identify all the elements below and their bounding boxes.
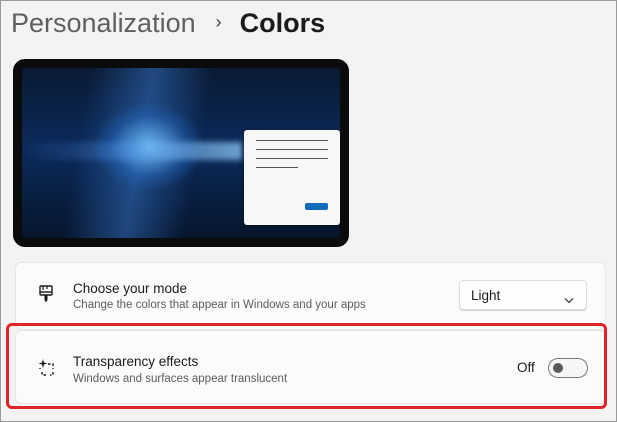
breadcrumb-separator: › [215,11,222,32]
sample-accent-button [305,203,328,210]
transparency-toggle[interactable] [548,358,588,378]
toggle-knob [553,363,563,373]
paintbrush-icon [36,285,56,305]
sparkle-selection-icon [36,358,56,378]
breadcrumb-parent-personalization[interactable]: Personalization [11,8,196,39]
setting-choose-mode: Choose your mode Change the colors that … [16,263,605,329]
setting-title: Transparency effects [73,354,199,369]
chevron-down-icon [564,291,574,309]
breadcrumb: Personalization › Colors [11,5,325,41]
toggle-state-label: Off [517,360,535,375]
sample-window-preview [244,130,340,225]
mode-dropdown[interactable]: Light [459,280,587,310]
setting-title: Choose your mode [73,281,188,296]
page-title: Colors [239,7,326,38]
setting-description: Windows and surfaces appear translucent [73,373,288,385]
mode-dropdown-value: Light [471,288,501,303]
theme-preview [13,59,349,247]
wallpaper-light-beam [22,142,242,160]
setting-transparency-effects: Transparency effects Windows and surface… [16,331,605,403]
setting-description: Change the colors that appear in Windows… [73,299,366,311]
desktop-wallpaper-preview [22,68,340,238]
